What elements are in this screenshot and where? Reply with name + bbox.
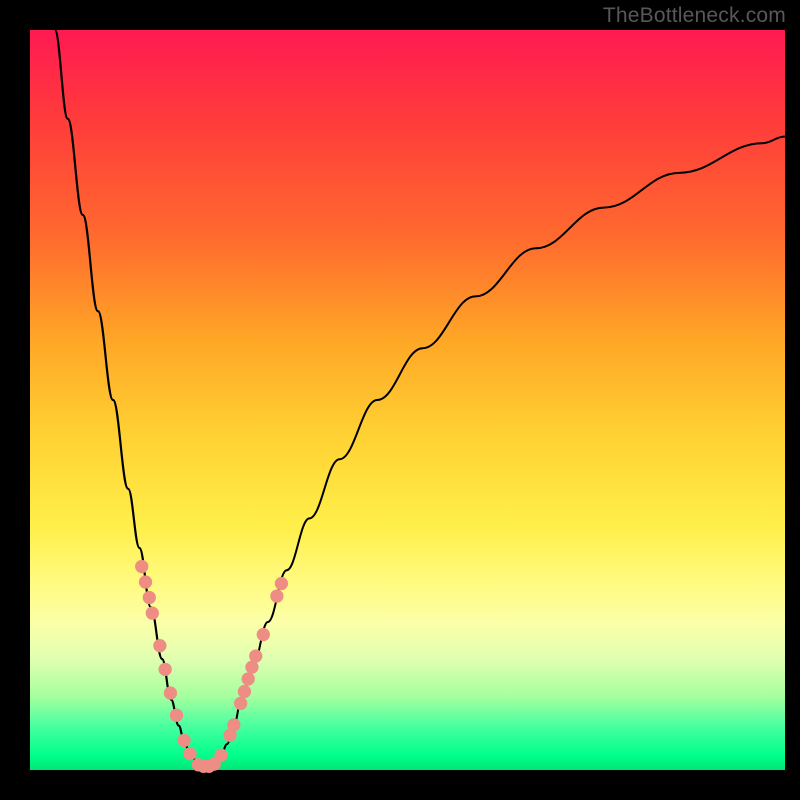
- marker-dot: [183, 747, 196, 760]
- plot-area: [30, 30, 785, 770]
- curve-left-branch: [55, 30, 203, 766]
- marker-dot: [234, 697, 247, 710]
- marker-dot: [146, 606, 159, 619]
- marker-dot: [135, 560, 148, 573]
- marker-dot: [270, 589, 283, 602]
- marker-dot: [214, 749, 227, 762]
- marker-dot: [153, 639, 166, 652]
- curve-right-branch: [209, 137, 785, 766]
- marker-dot: [227, 718, 240, 731]
- marker-dot: [170, 709, 183, 722]
- marker-dot: [143, 591, 156, 604]
- marker-dot: [242, 672, 255, 685]
- watermark-text: TheBottleneck.com: [603, 4, 786, 28]
- marker-dot: [139, 575, 152, 588]
- marker-dot: [164, 686, 177, 699]
- marker-dot: [177, 734, 190, 747]
- marker-dot: [257, 628, 270, 641]
- marker-dot: [275, 577, 288, 590]
- curve-svg: [30, 30, 785, 770]
- marker-dot: [238, 685, 251, 698]
- chart-frame: TheBottleneck.com: [0, 0, 800, 800]
- marker-dots-group: [135, 560, 288, 773]
- marker-dot: [249, 649, 262, 662]
- marker-dot: [159, 663, 172, 676]
